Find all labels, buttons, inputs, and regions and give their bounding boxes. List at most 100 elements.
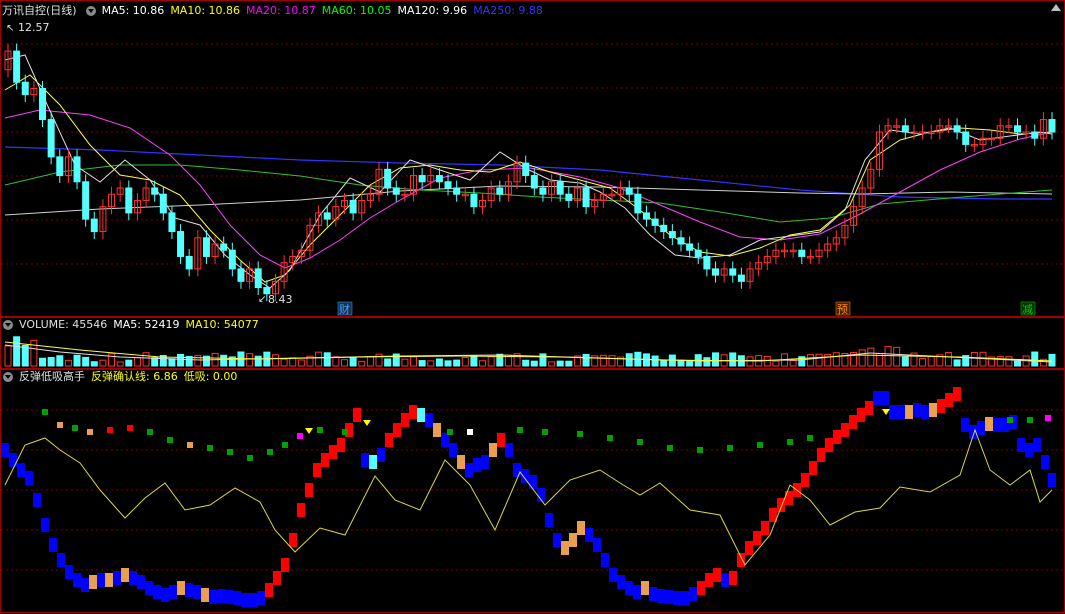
candle-body	[323, 212, 331, 220]
indicator-menu-icon[interactable]	[85, 6, 96, 16]
signal-block	[321, 453, 329, 467]
candle-body	[1013, 125, 1021, 133]
signal-block	[625, 581, 633, 595]
signal-bars	[1, 387, 1056, 607]
signal-block	[337, 438, 345, 452]
volume-ma5-label: MA5: 52419	[113, 318, 180, 331]
signal-panel-header: 反弹低吸高手 反弹确认线: 6.86 低吸: 0.00	[0, 370, 243, 384]
volume-bar	[289, 357, 297, 367]
signal-block	[489, 443, 497, 457]
signal-dot	[127, 425, 133, 431]
signal-block	[561, 541, 569, 555]
signal-block	[249, 593, 257, 607]
volume-bar	[487, 356, 495, 367]
volume-bar	[133, 357, 141, 367]
volume-bars	[4, 336, 1056, 367]
volume-bar	[401, 358, 409, 367]
signal-block	[593, 538, 601, 552]
main-panel-header: 万讯自控(日线) MA5: 10.86 MA10: 10.86 MA20: 10…	[0, 4, 549, 18]
event-marker-jian-text: 减	[1022, 303, 1033, 316]
volume-bar	[358, 360, 366, 367]
volume-bar	[625, 353, 633, 367]
volume-panel-header: VOLUME: 45546 MA5: 52419 MA10: 54077	[0, 318, 265, 332]
volume-bar	[340, 359, 348, 367]
signal-block	[289, 533, 297, 547]
candle-body	[651, 218, 659, 226]
signal-block	[601, 553, 609, 567]
candle-body	[737, 274, 745, 282]
signal-block	[905, 405, 913, 419]
signal-block	[761, 521, 769, 535]
volume-bar	[530, 360, 538, 367]
collapse-arrow-icon[interactable]	[1051, 4, 1061, 14]
signal-block	[937, 399, 945, 413]
event-marker-cai[interactable]: 财	[337, 301, 353, 316]
volume-bar	[651, 355, 659, 367]
signal-block	[441, 433, 449, 447]
signal-block	[177, 581, 185, 595]
signal-block	[377, 448, 385, 462]
candle-body	[642, 212, 650, 220]
volume-bar	[99, 359, 107, 367]
event-marker-jian[interactable]: 减	[1020, 301, 1036, 316]
candle-body	[694, 249, 702, 257]
candle-body	[56, 156, 64, 177]
signal-block	[801, 473, 809, 487]
candlestick-series	[4, 43, 1056, 302]
signal-block	[129, 571, 137, 585]
volume-bar	[703, 357, 711, 367]
signal-block	[49, 538, 57, 552]
ma60-label: MA60: 10.05	[321, 4, 392, 17]
signal-block	[729, 571, 737, 585]
volume-bar	[315, 351, 323, 367]
candle-body	[159, 193, 167, 214]
volume-bar	[435, 358, 443, 367]
volume-bar	[220, 354, 228, 367]
signal-block	[1, 443, 9, 457]
signal-dot	[72, 425, 78, 431]
signal-menu-icon[interactable]	[3, 372, 13, 382]
signal-block	[713, 568, 721, 582]
signal-block	[89, 575, 97, 589]
signal-block	[353, 408, 361, 422]
candle-body	[237, 268, 245, 282]
volume-bar	[73, 354, 81, 367]
signal-block	[633, 585, 641, 599]
signal-dot	[807, 435, 813, 441]
volume-bar	[116, 361, 124, 367]
signal-block	[1017, 438, 1025, 452]
signal-block	[881, 391, 889, 405]
signal-dot	[247, 455, 253, 461]
signal-block	[1025, 443, 1033, 457]
event-marker-yu[interactable]: 预	[835, 301, 851, 316]
volume-bar	[297, 359, 305, 367]
buy-signal-icon	[305, 428, 313, 434]
signal-block	[985, 417, 993, 431]
volume-bar	[90, 361, 98, 367]
signal-block	[953, 387, 961, 401]
signal-block	[329, 445, 337, 459]
volume-bar	[867, 347, 875, 367]
signal-block	[257, 591, 265, 605]
candle-body	[496, 187, 504, 195]
signal-block	[209, 590, 217, 604]
candle-body	[470, 193, 478, 208]
signal-block	[1041, 455, 1049, 469]
candle-body	[418, 175, 426, 183]
signal-block	[721, 573, 729, 587]
candle-body	[703, 255, 711, 270]
volume-bar	[194, 354, 202, 367]
signal-dot	[637, 439, 643, 445]
volume-menu-icon[interactable]	[3, 320, 13, 330]
signal-block	[577, 521, 585, 535]
ma10-line	[4, 74, 1053, 283]
high-price-label: 12.57	[18, 21, 50, 34]
volume-bar	[271, 354, 279, 367]
signal-block	[449, 443, 457, 457]
signal-block	[649, 587, 657, 601]
volume-bar	[858, 349, 866, 367]
signal-dot	[282, 442, 288, 448]
volume-bar	[548, 361, 556, 367]
signal-block	[817, 448, 825, 462]
ma5-label: MA5: 10.86	[101, 4, 165, 17]
